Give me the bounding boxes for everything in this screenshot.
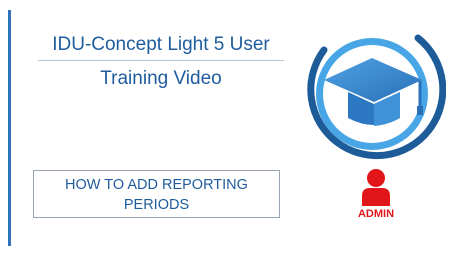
graduation-cap-icon — [307, 34, 446, 160]
topic-box: HOW TO ADD REPORTING PERIODS — [33, 170, 280, 218]
admin-role-badge: ADMIN — [350, 168, 402, 228]
admin-label: ADMIN — [357, 208, 395, 220]
topic-line-1: HOW TO ADD REPORTING — [65, 177, 248, 193]
topic-line-2: PERIODS — [123, 197, 190, 213]
user-icon — [362, 169, 390, 206]
left-accent-bar — [8, 10, 11, 246]
title-line-2: Training Video — [100, 68, 222, 89]
title-line-1: IDU-Concept Light 5 User — [52, 34, 270, 55]
video-title-card: IDU-Concept Light 5 User Training Video … — [0, 0, 450, 253]
title-divider — [38, 60, 284, 61]
